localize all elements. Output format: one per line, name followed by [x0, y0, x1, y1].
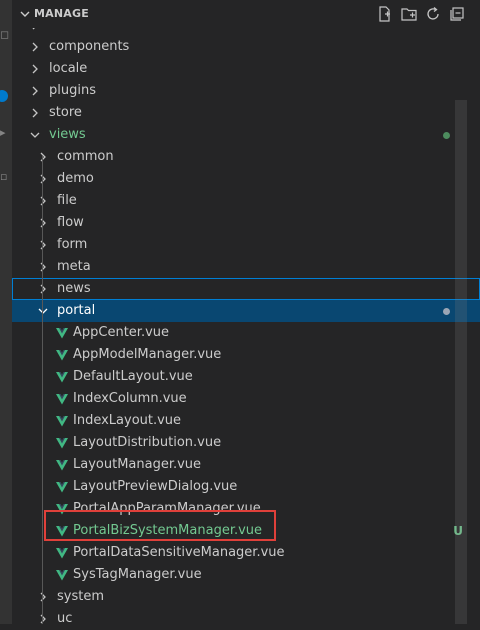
- tree-item-label: demo: [57, 171, 94, 186]
- extensions-icon[interactable]: ▫: [0, 170, 10, 184]
- tree-item-label: views: [49, 127, 86, 142]
- file-item[interactable]: LayoutManager.vue: [12, 454, 480, 476]
- vue-file-icon: [56, 548, 68, 559]
- folder-item[interactable]: plugins: [12, 80, 480, 102]
- folder-item[interactable]: system: [12, 586, 480, 608]
- file-item[interactable]: DefaultLayout.vue: [12, 366, 480, 388]
- tree-item-label: common: [57, 149, 114, 164]
- tree-item-label: flow: [57, 215, 84, 230]
- file-item[interactable]: IndexColumn.vue: [12, 388, 480, 410]
- chevron-down-icon[interactable]: [19, 8, 31, 20]
- tree-item-label: PortalDataSensitiveManager.vue: [73, 545, 285, 560]
- chevron-right-icon[interactable]: [30, 64, 40, 74]
- tree-item-label: file: [57, 193, 77, 208]
- chevron-down-icon[interactable]: [38, 306, 48, 316]
- git-status-dot: [443, 132, 450, 139]
- vue-file-icon: [56, 328, 68, 339]
- tree-item-label: components: [49, 39, 130, 54]
- folder-item[interactable]: portal: [12, 300, 480, 322]
- chevron-right-icon[interactable]: [38, 592, 48, 602]
- vue-file-icon: [56, 482, 68, 493]
- folder-item[interactable]: demo: [12, 168, 480, 190]
- chevron-down-icon[interactable]: [30, 130, 40, 140]
- file-item[interactable]: AppCenter.vue: [12, 322, 480, 344]
- folder-item[interactable]: form: [12, 234, 480, 256]
- tree-item-label: AppCenter.vue: [73, 325, 170, 340]
- chevron-right-icon[interactable]: [38, 262, 48, 272]
- tree-item-label: AppModelManager.vue: [73, 347, 222, 362]
- tree-item-label: store: [49, 105, 82, 120]
- file-item[interactable]: AppModelManager.vue: [12, 344, 480, 366]
- folder-item[interactable]: common: [12, 146, 480, 168]
- tree-item-label: news: [57, 281, 91, 296]
- new-folder-icon[interactable]: [400, 5, 418, 23]
- chevron-right-icon[interactable]: [38, 196, 48, 206]
- tree-item-label: LayoutDistribution.vue: [73, 435, 222, 450]
- scrollbar[interactable]: [455, 100, 467, 624]
- chevron-right-icon[interactable]: [38, 614, 48, 624]
- folder-item[interactable]: components: [12, 36, 480, 58]
- tree-item-label: IndexLayout.vue: [73, 413, 182, 428]
- folder-item[interactable]: locale: [12, 58, 480, 80]
- chevron-right-icon[interactable]: [38, 218, 48, 228]
- explorer-panel: MANAGE assetscomponentslocalepluginsstor…: [12, 0, 480, 626]
- chevron-right-icon[interactable]: [30, 42, 40, 52]
- tree-item-label: form: [57, 237, 88, 252]
- vue-file-icon: [56, 372, 68, 383]
- tree-item-label: SysTagManager.vue: [73, 567, 202, 582]
- explorer-toolbar: [376, 5, 466, 23]
- vue-file-icon: [56, 570, 68, 581]
- folder-item[interactable]: uc: [12, 608, 480, 630]
- collapse-all-icon[interactable]: [448, 5, 466, 23]
- tree-item-label: portal: [57, 303, 96, 318]
- chevron-right-icon[interactable]: [38, 152, 48, 162]
- tree-item-label: LayoutManager.vue: [73, 457, 202, 472]
- folder-item[interactable]: flow: [12, 212, 480, 234]
- tree-item-label: DefaultLayout.vue: [73, 369, 193, 384]
- file-item[interactable]: SysTagManager.vue: [12, 564, 480, 586]
- debug-icon[interactable]: ▸: [0, 126, 10, 140]
- folder-item[interactable]: file: [12, 190, 480, 212]
- file-item[interactable]: IndexLayout.vue: [12, 410, 480, 432]
- explorer-icon[interactable]: ◻: [0, 28, 10, 42]
- chevron-right-icon[interactable]: [38, 284, 48, 294]
- vue-file-icon: [56, 350, 68, 361]
- tree-item-label: locale: [49, 61, 88, 76]
- chevron-right-icon[interactable]: [38, 240, 48, 250]
- vue-file-icon: [56, 416, 68, 427]
- chevron-right-icon[interactable]: [30, 108, 40, 118]
- tree-item-label: system: [57, 589, 104, 604]
- chevron-right-icon[interactable]: [30, 86, 40, 96]
- folder-item[interactable]: store: [12, 102, 480, 124]
- refresh-icon[interactable]: [424, 5, 442, 23]
- chevron-right-icon[interactable]: [38, 174, 48, 184]
- tree-item-label: plugins: [49, 83, 96, 98]
- tree-item-label: meta: [57, 259, 91, 274]
- folder-item[interactable]: meta: [12, 256, 480, 278]
- file-item[interactable]: PortalDataSensitiveManager.vue: [12, 542, 480, 564]
- file-item[interactable]: LayoutDistribution.vue: [12, 432, 480, 454]
- vue-file-icon: [56, 394, 68, 405]
- tree-item-label: IndexColumn.vue: [73, 391, 187, 406]
- vue-file-icon: [56, 438, 68, 449]
- annotation-highlight: [44, 510, 276, 541]
- activity-bar: ◻ ▸ ▫: [0, 0, 12, 624]
- tree-item-label: uc: [57, 611, 73, 626]
- section-title: MANAGE: [34, 7, 89, 20]
- folder-item[interactable]: views: [12, 124, 480, 146]
- file-item[interactable]: LayoutPreviewDialog.vue: [12, 476, 480, 498]
- tree-item-label: LayoutPreviewDialog.vue: [73, 479, 238, 494]
- new-file-icon[interactable]: [376, 5, 394, 23]
- git-status-dot: [443, 308, 450, 315]
- activity-badge: [0, 90, 8, 102]
- folder-item[interactable]: news: [12, 278, 480, 300]
- explorer-section-header[interactable]: MANAGE: [12, 0, 480, 28]
- indent-guide: [42, 156, 43, 624]
- vue-file-icon: [56, 460, 68, 471]
